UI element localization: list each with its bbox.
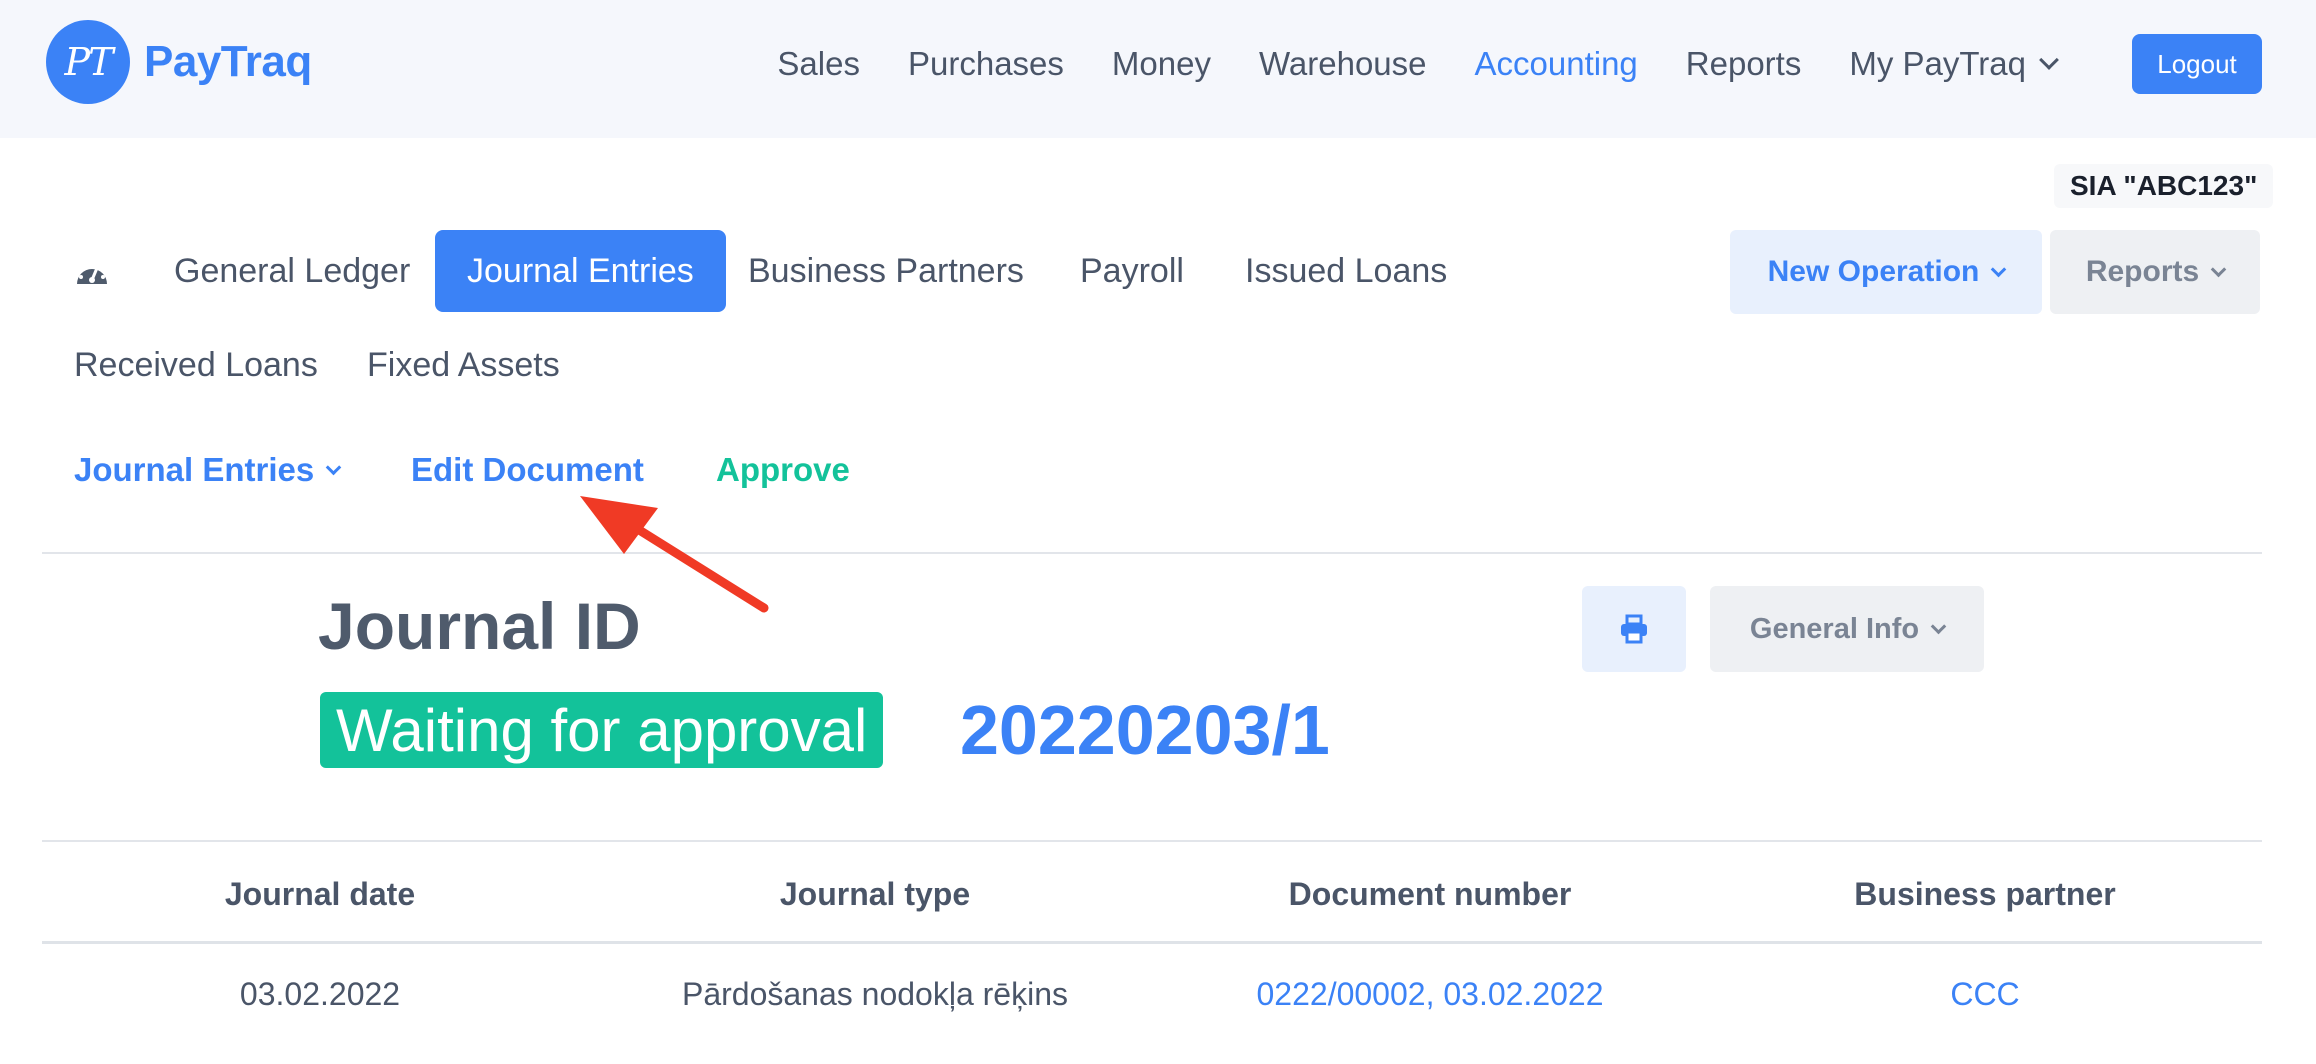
cell-business-partner-link[interactable]: CCC xyxy=(1707,976,2263,1013)
menu-purchases[interactable]: Purchases xyxy=(908,45,1064,83)
menu-purchases-label: Purchases xyxy=(907,45,1064,82)
menu-warehouse-label: Warehouse xyxy=(1258,45,1427,82)
chevron-down-icon xyxy=(1991,261,2007,277)
column-header-journal-date: Journal date xyxy=(224,876,416,912)
tab-general-ledger-label: General Ledger xyxy=(174,251,411,290)
chevron-down-icon xyxy=(2210,261,2227,277)
reports-label: Reports xyxy=(2085,255,2200,288)
chevron-down-icon xyxy=(2039,50,2059,70)
column-header-journal-type: Journal type xyxy=(779,876,971,912)
menu-my-paytraq[interactable]: My PayTraq xyxy=(1849,45,2059,83)
journal-number: 20220203/1 xyxy=(960,691,1330,769)
cell-document-number-link[interactable]: 0222/00002, 03.02.2022 xyxy=(1152,976,1708,1013)
tab-received-loans-label: Received Loans xyxy=(74,345,318,384)
app-logo[interactable]: PT PayTraq xyxy=(46,20,312,104)
divider xyxy=(42,552,2262,554)
general-info-dropdown[interactable]: General Info xyxy=(1710,586,1984,672)
logo-mark: PT xyxy=(46,20,130,104)
print-button[interactable] xyxy=(1582,586,1686,672)
logo-text: PayTraq xyxy=(144,37,312,86)
tab-journal-entries-label: Journal Entries xyxy=(467,251,694,290)
reports-dropdown-button[interactable]: Reports xyxy=(2050,230,2260,314)
menu-reports[interactable]: Reports xyxy=(1686,45,1802,83)
tab-received-loans[interactable]: Received Loans xyxy=(74,324,318,406)
journal-entries-dropdown[interactable]: Journal Entries xyxy=(74,446,342,494)
tab-journal-entries[interactable]: Journal Entries xyxy=(435,230,726,312)
menu-reports-label: Reports xyxy=(1685,45,1802,82)
tab-fixed-assets-label: Fixed Assets xyxy=(367,345,560,384)
tab-business-partners-label: Business Partners xyxy=(748,251,1024,290)
top-navigation-bar: PT PayTraq Sales Purchases Money Warehou… xyxy=(0,0,2316,138)
new-operation-label: New Operation xyxy=(1767,255,1980,288)
menu-accounting-label: Accounting xyxy=(1474,45,1638,82)
cell-journal-type: Pārdošanas nodokļa rēķins xyxy=(681,976,1068,1012)
menu-accounting[interactable]: Accounting xyxy=(1475,45,1638,83)
tab-fixed-assets[interactable]: Fixed Assets xyxy=(367,324,560,406)
menu-sales-label: Sales xyxy=(777,45,860,82)
menu-money[interactable]: Money xyxy=(1112,45,1211,83)
chevron-down-icon xyxy=(325,459,342,475)
column-header-business-partner: Business partner xyxy=(1854,876,2116,912)
table-header-divider xyxy=(42,941,2262,944)
menu-my-paytraq-label: My PayTraq xyxy=(1849,45,2026,82)
tab-general-ledger[interactable]: General Ledger xyxy=(174,230,410,312)
column-header-document-number: Document number xyxy=(1288,876,1572,912)
journal-entries-dropdown-label: Journal Entries xyxy=(74,451,315,488)
tab-payroll[interactable]: Payroll xyxy=(1080,230,1184,312)
tab-issued-loans-label: Issued Loans xyxy=(1245,251,1448,290)
chevron-down-icon xyxy=(1930,618,1947,634)
cell-journal-date: 03.02.2022 xyxy=(239,976,401,1012)
main-menu: Sales Purchases Money Warehouse Accounti… xyxy=(729,36,2059,92)
menu-sales[interactable]: Sales xyxy=(777,45,860,83)
menu-warehouse[interactable]: Warehouse xyxy=(1259,45,1427,83)
tab-issued-loans[interactable]: Issued Loans xyxy=(1245,230,1447,312)
logout-button[interactable]: Logout xyxy=(2132,34,2262,94)
status-badge: Waiting for approval xyxy=(320,692,884,768)
tab-payroll-label: Payroll xyxy=(1080,251,1184,290)
print-icon xyxy=(1621,614,1647,644)
tab-business-partners[interactable]: Business Partners xyxy=(748,230,1024,312)
company-name-badge: SIA "ABC123" xyxy=(2054,164,2274,208)
divider xyxy=(42,840,2262,842)
new-operation-button[interactable]: New Operation xyxy=(1730,230,2042,314)
menu-money-label: Money xyxy=(1111,45,1211,82)
gauge-icon[interactable] xyxy=(74,256,110,288)
general-info-label: General Info xyxy=(1749,612,1920,645)
page-title: Journal ID xyxy=(318,589,641,663)
